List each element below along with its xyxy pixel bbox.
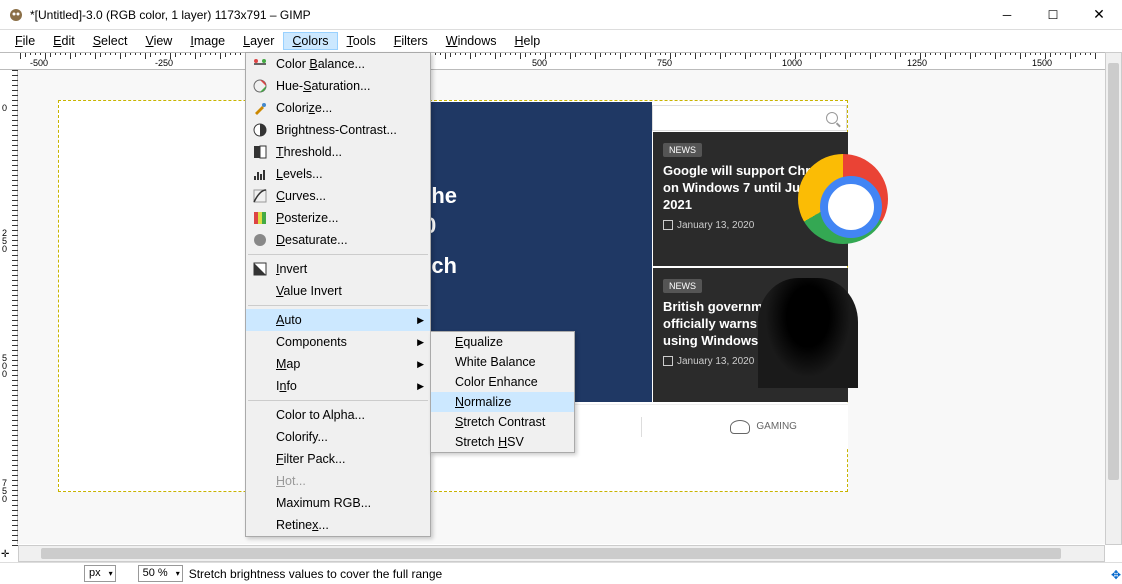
statusbar: px 50 % Stretch brightness values to cov… [0, 562, 1122, 584]
balance-icon [252, 56, 268, 72]
colors-menu-dropdown: Color Balance...Hue-Saturation...Coloriz… [245, 52, 431, 537]
submenu-item-normalize[interactable]: Normalize [431, 392, 574, 412]
menu-item-retinex[interactable]: Retinex... [246, 514, 430, 536]
hue-icon [252, 78, 268, 94]
submenu-item-color-enhance[interactable]: Color Enhance [431, 372, 574, 392]
menu-item-colorify[interactable]: Colorify... [246, 426, 430, 448]
menu-item-color-to-alpha[interactable]: Color to Alpha... [246, 404, 430, 426]
nav-crosshair-icon[interactable]: ✛ [1, 549, 9, 560]
menu-item-color-balance[interactable]: Color Balance... [246, 53, 430, 75]
menu-item-desaturate[interactable]: Desaturate... [246, 229, 430, 251]
gimp-icon [8, 7, 24, 23]
submenu-item-stretch-hsv[interactable]: Stretch HSV [431, 432, 574, 452]
window-title: *[Untitled]-3.0 (RGB color, 1 layer) 117… [30, 8, 311, 22]
levels-icon [252, 166, 268, 182]
calendar-icon [663, 356, 673, 366]
scrollbar-thumb[interactable] [1108, 63, 1119, 480]
menu-item-maximum-rgb[interactable]: Maximum RGB... [246, 492, 430, 514]
news-badge: NEWS [663, 143, 702, 157]
calendar-icon [663, 220, 673, 230]
close-button[interactable]: ✕ [1076, 0, 1122, 30]
menu-item-info[interactable]: Info▶ [246, 375, 430, 397]
menu-file[interactable]: File [6, 32, 44, 50]
curves-icon [252, 188, 268, 204]
menu-item-brightness-contrast[interactable]: Brightness-Contrast... [246, 119, 430, 141]
minimize-button[interactable]: ─ [984, 0, 1030, 30]
menu-select[interactable]: Select [84, 32, 137, 50]
nav-separator [641, 417, 642, 437]
menu-item-value-invert[interactable]: Value Invert [246, 280, 430, 302]
bc-icon [252, 122, 268, 138]
gamepad-icon [730, 420, 750, 434]
menu-filters[interactable]: Filters [385, 32, 437, 50]
colorize-icon [252, 100, 268, 116]
news-card-2: NEWS British government officially warns… [653, 268, 848, 402]
nav-gaming[interactable]: GAMING [716, 420, 811, 434]
search-icon [826, 112, 838, 124]
ruler-vertical[interactable]: 0250500750 [0, 70, 18, 544]
menu-item-posterize[interactable]: Posterize... [246, 207, 430, 229]
menu-layer[interactable]: Layer [234, 32, 283, 50]
status-hint: Stretch brightness values to cover the f… [189, 567, 442, 581]
thresh-icon [252, 144, 268, 160]
scrollbar-thumb[interactable] [41, 548, 1061, 559]
horizontal-scrollbar[interactable] [18, 545, 1105, 562]
menu-item-filter-pack[interactable]: Filter Pack... [246, 448, 430, 470]
submenu-item-stretch-contrast[interactable]: Stretch Contrast [431, 412, 574, 432]
menu-item-levels[interactable]: Levels... [246, 163, 430, 185]
titlebar: *[Untitled]-3.0 (RGB color, 1 layer) 117… [0, 0, 1122, 30]
menu-item-curves[interactable]: Curves... [246, 185, 430, 207]
menu-item-components[interactable]: Components▶ [246, 331, 430, 353]
menu-edit[interactable]: Edit [44, 32, 84, 50]
hacker-icon [758, 278, 858, 388]
search-input[interactable] [652, 105, 847, 131]
menu-view[interactable]: View [136, 32, 181, 50]
desat-icon [252, 232, 268, 248]
menu-windows[interactable]: Windows [437, 32, 506, 50]
menu-item-map[interactable]: Map▶ [246, 353, 430, 375]
invert-icon [252, 261, 268, 277]
news-badge: NEWS [663, 279, 702, 293]
zoom-selector[interactable]: 50 % [138, 565, 183, 582]
chrome-icon [798, 154, 888, 244]
menubar: FileEditSelectViewImageLayerColorsToolsF… [0, 30, 1122, 52]
maximize-button[interactable]: ☐ [1030, 0, 1076, 30]
menu-help[interactable]: Help [505, 32, 549, 50]
menu-item-invert[interactable]: Invert [246, 258, 430, 280]
menu-image[interactable]: Image [181, 32, 234, 50]
ruler-horizontal[interactable]: -500-2500250500750100012501500 [0, 52, 1105, 70]
menu-item-colorize[interactable]: Colorize... [246, 97, 430, 119]
menu-tools[interactable]: Tools [338, 32, 385, 50]
unit-selector[interactable]: px [84, 565, 116, 582]
news-card-1: NEWS Google will support Chrome on Windo… [653, 132, 848, 266]
menu-item-hue-saturation[interactable]: Hue-Saturation... [246, 75, 430, 97]
menu-item-threshold[interactable]: Threshold... [246, 141, 430, 163]
submenu-item-white-balance[interactable]: White Balance [431, 352, 574, 372]
poster-icon [252, 210, 268, 226]
menu-item-hot: Hot... [246, 470, 430, 492]
canvas-area[interactable]: the 0 tch ws 10 NEWS Google will support… [18, 70, 1105, 544]
menu-item-auto[interactable]: Auto▶ [246, 309, 430, 331]
vertical-scrollbar[interactable] [1105, 52, 1122, 545]
auto-submenu: EqualizeWhite BalanceColor EnhanceNormal… [430, 331, 575, 453]
submenu-item-equalize[interactable]: Equalize [431, 332, 574, 352]
menu-colors[interactable]: Colors [283, 32, 337, 50]
